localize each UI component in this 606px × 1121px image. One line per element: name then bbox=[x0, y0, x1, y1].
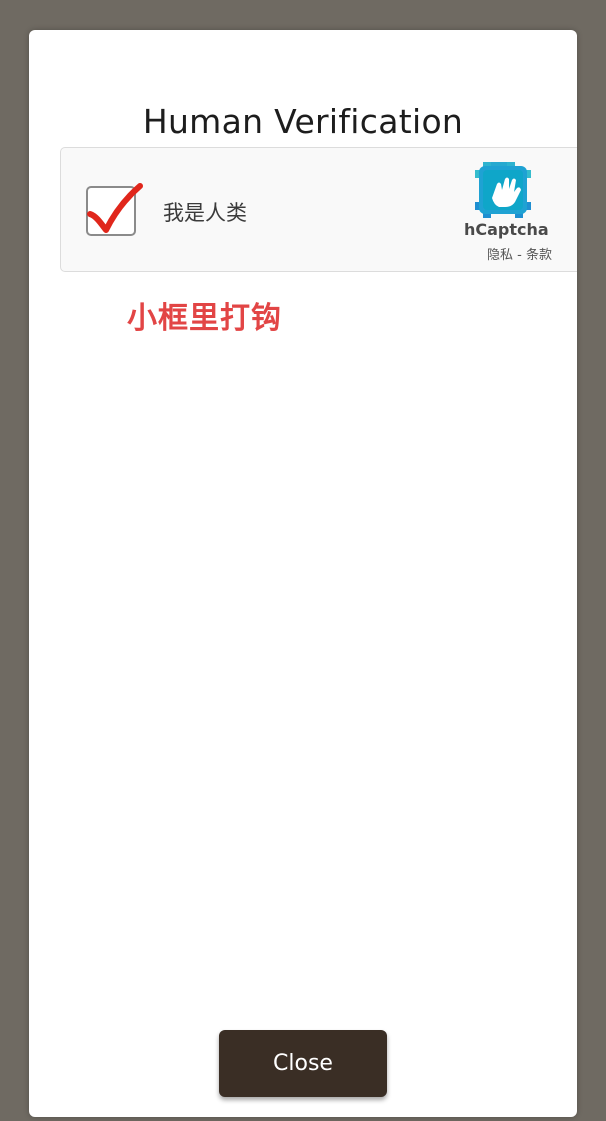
terms-link[interactable]: 条款 bbox=[526, 248, 552, 263]
red-checkmark-icon bbox=[87, 183, 143, 233]
checkbox-label: 我是人类 bbox=[163, 201, 247, 225]
modal-backdrop bbox=[577, 0, 606, 1121]
privacy-link[interactable]: 隐私 bbox=[487, 248, 513, 263]
hcaptcha-widget: 我是人类 hCaptcha 隐私 - 条款 bbox=[60, 147, 577, 272]
link-separator: - bbox=[513, 248, 526, 263]
hcaptcha-hand-icon bbox=[475, 162, 531, 218]
verification-dialog: Human Verification 我是人类 hCaptcha 隐私 - 条款 bbox=[29, 30, 577, 1117]
dialog-title: Human Verification bbox=[142, 102, 464, 141]
close-button[interactable]: Close bbox=[219, 1030, 387, 1097]
instruction-annotation: 小框里打钩 bbox=[127, 301, 282, 336]
hcaptcha-brand: hCaptcha bbox=[464, 220, 549, 239]
human-checkbox[interactable] bbox=[86, 183, 143, 236]
hcaptcha-links: 隐私 - 条款 bbox=[487, 244, 552, 263]
